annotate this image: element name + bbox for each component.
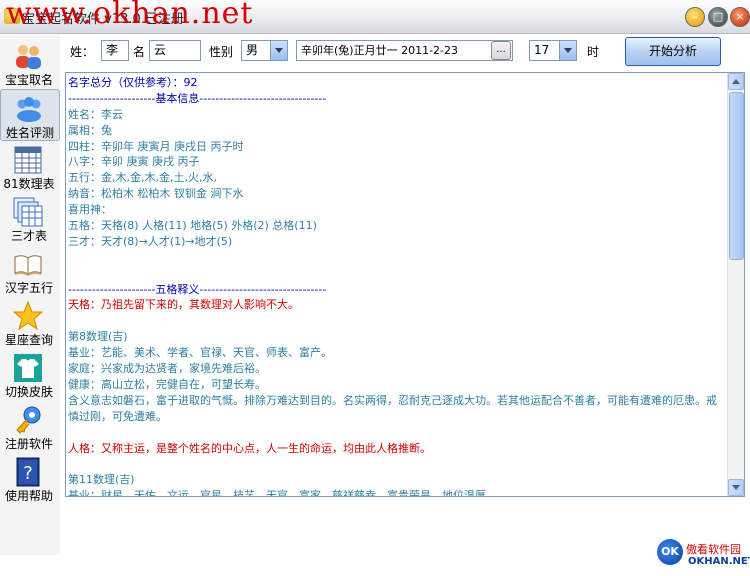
- sidebar-item-label: 汉字五行: [4, 281, 53, 295]
- sidebar-item-81-table[interactable]: 81数理表: [0, 141, 60, 193]
- sidebar-item-baby-naming[interactable]: 宝宝取名: [0, 37, 60, 89]
- gender-select[interactable]: 男: [241, 40, 288, 61]
- sidebar-item-label: 切换皮肤: [4, 385, 53, 399]
- birth-date-field[interactable]: 辛卯年(兔)正月廿一 2011-2-23: [296, 40, 513, 61]
- given-name-label: 名: [133, 45, 146, 59]
- basic-info-line: 五格：天格(8) 人格(11) 地格(5) 外格(2) 总格(11): [68, 219, 317, 233]
- number-8-line: 健康：高山立松，完健自在，可望长寿。: [68, 377, 266, 391]
- basic-info-line: 八字：辛卯 庚寅 庚戌 丙子: [68, 155, 200, 169]
- key-icon: [16, 406, 41, 434]
- title-bar: 宝宝起名软件 v13.0 已注册 www.okhan.net – □ ×: [0, 0, 750, 34]
- sidebar-item-label: 姓名评测: [5, 126, 54, 140]
- book-icon: [14, 255, 42, 276]
- hour-label: 时: [587, 45, 600, 59]
- hour-value: 17: [534, 43, 550, 57]
- hour-select[interactable]: 17: [529, 40, 577, 61]
- shirt-icon: [14, 354, 42, 382]
- result-panel[interactable]: 名字总分（仅供参考）：92 ----------------------基本信息…: [65, 72, 745, 497]
- chevron-down-icon[interactable]: [559, 41, 576, 60]
- vertical-scrollbar[interactable]: [727, 73, 744, 496]
- gender-value: 男: [246, 43, 259, 57]
- number-11-line: 基业：财星、天佑、文运、官星、技艺、天官、富家、慈祥慈幸、富贵荣昌、地位温厚: [68, 489, 486, 497]
- scroll-up-button[interactable]: [728, 73, 744, 90]
- basic-info-line: 喜用神：: [68, 203, 112, 217]
- logo-mark: OK: [657, 539, 683, 565]
- total-score: 名字总分（仅供参考）：92: [68, 76, 198, 89]
- sidebar-item-name-evaluation[interactable]: 姓名评测: [0, 89, 60, 141]
- sidebar-item-label: 81数理表: [3, 177, 55, 191]
- sidebar-item-label: 使用帮助: [4, 489, 53, 503]
- watermark-text: www.okhan.net: [6, 0, 254, 31]
- renge-description: 人格：又称主运，是整个姓名的中心点，人一生的命运，均由此人格推断。: [68, 441, 431, 455]
- sidebar-item-hanzi-wuxing[interactable]: 汉字五行: [0, 245, 60, 297]
- tiange-description: 天格：乃祖先留下来的，其数理对人影响不大。: [68, 298, 299, 312]
- sidebar: 宝宝取名 姓名评测 81数理表 三才表 汉字五行 星座查询 切换皮肤 注册软件 …: [0, 35, 60, 555]
- basic-info-line: 三才：天才(8)→人才(1)→地才(5): [68, 234, 233, 248]
- maximize-button[interactable]: □: [708, 7, 728, 27]
- sidebar-item-help[interactable]: ? 使用帮助: [0, 453, 60, 505]
- wuge-header: ----------------------五格释义--------------…: [68, 282, 327, 296]
- basic-info-line: 属相：兔: [68, 123, 112, 137]
- help-icon: ?: [16, 457, 40, 487]
- sheets-icon: [13, 197, 43, 227]
- surname-label: 姓：: [70, 45, 95, 59]
- sidebar-item-switch-skin[interactable]: 切换皮肤: [0, 349, 60, 401]
- sidebar-item-sancai-table[interactable]: 三才表: [0, 193, 60, 245]
- result-text: 名字总分（仅供参考）：92 ----------------------基本信息…: [68, 75, 726, 497]
- scroll-down-button[interactable]: [728, 479, 744, 496]
- logo-english-text: OKHAN.NET: [688, 556, 750, 567]
- logo-chinese-text: 傲看软件园: [686, 543, 741, 556]
- minimize-button[interactable]: –: [685, 7, 705, 27]
- gender-label: 性别: [209, 45, 234, 59]
- basic-info-line: 四柱：辛卯年 庚寅月 庚戌日 丙子时: [68, 139, 244, 153]
- basic-info-line: 姓名：李云: [68, 107, 123, 121]
- number-11-title: 第11数理(吉): [68, 473, 135, 487]
- given-name-input[interactable]: 云: [149, 40, 201, 61]
- table-icon: [14, 146, 42, 174]
- basic-info-header: ----------------------基本信息--------------…: [68, 91, 327, 105]
- number-8-line: 家庭：兴家成为达贤者，家境先难后裕。: [68, 362, 266, 376]
- sidebar-item-label: 注册软件: [4, 437, 53, 451]
- svg-text:?: ?: [23, 463, 33, 484]
- group-icon: [17, 97, 41, 122]
- date-picker-button[interactable]: ...: [491, 41, 511, 60]
- chevron-down-icon[interactable]: [270, 41, 287, 60]
- basic-info-line: 纳音：松柏木 松柏木 钗钏金 涧下水: [68, 187, 244, 201]
- number-8-meaning: 含义意志如磐石，富于进取的气慨。排除万难达到目的。名实两得，忍耐克己逐成大功。若…: [68, 393, 717, 423]
- basic-info-line: 五行：金,木,金,木,金,土,火,水,: [68, 171, 217, 185]
- scroll-thumb[interactable]: [729, 92, 744, 260]
- okhan-logo: OK 傲看软件园 OKHAN.NET: [657, 539, 750, 571]
- number-8-line: 基业：艺能、美术、学者、官禄、天官、师表、富产。: [68, 346, 332, 360]
- surname-input[interactable]: 李: [101, 40, 129, 61]
- number-8-title: 第8数理(吉): [68, 330, 128, 344]
- start-analysis-button[interactable]: 开始分析: [625, 37, 721, 66]
- sidebar-item-label: 宝宝取名: [4, 73, 53, 87]
- sidebar-item-label: 三才表: [10, 229, 47, 243]
- sidebar-item-register[interactable]: 注册软件: [0, 401, 60, 453]
- close-button[interactable]: ×: [730, 7, 750, 27]
- star-icon: [13, 301, 43, 331]
- sidebar-item-label: 星座查询: [4, 333, 53, 347]
- sidebar-item-constellation[interactable]: 星座查询: [0, 297, 60, 349]
- people-icon: [16, 45, 41, 69]
